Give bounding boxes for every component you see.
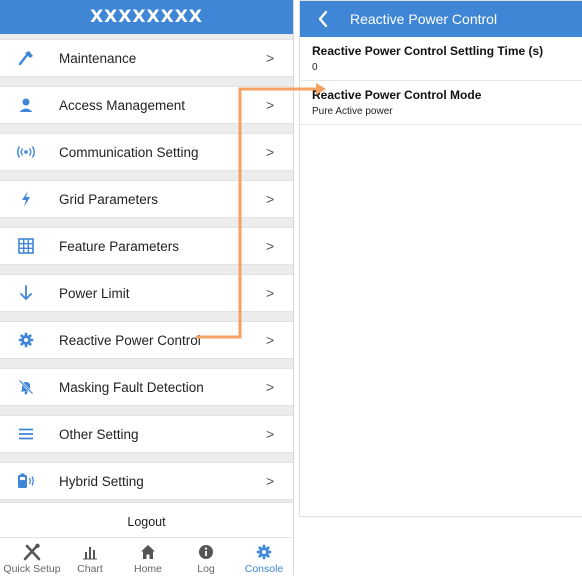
menu-item-other-setting[interactable]: Other Setting > [0,415,293,453]
hammer-icon [14,46,38,70]
setting-value: 0 [312,62,318,73]
bar-chart-icon [82,542,98,562]
panel-header: Reactive Power Control [300,1,582,37]
tab-chart[interactable]: Chart [62,538,118,576]
user-icon [14,93,38,117]
menu-item-masking-fault-detection[interactable]: Masking Fault Detection > [0,368,293,406]
chevron-right-icon: > [266,191,275,207]
bell-off-icon [14,375,38,399]
battery-icon [14,469,38,493]
setting-value: Pure Active power [312,106,393,117]
menu-item-power-limit[interactable]: Power Limit > [0,274,293,312]
menu-item-hybrid-setting[interactable]: Hybrid Setting > [0,462,293,500]
reactive-power-control-panel: Reactive Power Control Reactive Power Co… [299,0,582,517]
chevron-right-icon: > [266,238,275,254]
info-icon [198,542,214,562]
tab-label: Log [197,563,215,575]
chevron-right-icon: > [266,426,275,442]
tab-label: Chart [77,563,103,575]
menu-label: Maintenance [59,50,137,66]
tab-label: Quick Setup [3,563,61,575]
setting-control-mode[interactable]: Reactive Power Control Mode Pure Active … [300,81,582,125]
gear-icon [256,542,272,562]
menu-item-grid-parameters[interactable]: Grid Parameters > [0,180,293,218]
signal-icon [14,140,38,164]
tab-label: Console [244,563,284,575]
menu-item-reactive-power-control[interactable]: Reactive Power Control > [0,321,293,359]
app-title: XXXXXXXX [0,0,293,34]
home-icon [140,542,156,562]
chevron-right-icon: > [266,379,275,395]
menu-item-communication-setting[interactable]: Communication Setting > [0,133,293,171]
tools-icon [22,542,42,562]
page-title: Reactive Power Control [350,11,498,27]
console-menu-panel: XXXXXXXX Maintenance > Access Management… [0,0,294,576]
arrow-down-icon [14,281,38,305]
menu-lines-icon [14,422,38,446]
bottom-tab-bar: Quick Setup Chart Home Log Console [0,537,293,576]
menu-label: Access Management [59,97,186,113]
chevron-right-icon: > [266,285,275,301]
menu-label: Masking Fault Detection [59,379,204,395]
tab-quick-setup[interactable]: Quick Setup [3,538,61,576]
menu-label: Grid Parameters [59,191,159,207]
chevron-right-icon: > [266,50,275,66]
setting-settling-time[interactable]: Reactive Power Control Settling Time (s)… [300,37,582,81]
chevron-right-icon: > [266,144,275,160]
tab-console[interactable]: Console [236,538,292,576]
menu-label: Other Setting [59,426,139,442]
grid-icon [14,234,38,258]
menu-label: Reactive Power Control [59,332,201,348]
tab-label: Home [133,563,162,575]
setting-title: Reactive Power Control Settling Time (s) [312,44,544,58]
menu-label: Power Limit [59,285,130,301]
gear-icon [14,328,38,352]
chevron-right-icon: > [266,332,275,348]
logout-button[interactable]: Logout [0,502,293,541]
tab-log[interactable]: Log [178,538,234,576]
chevron-right-icon: > [266,473,275,489]
menu-label: Feature Parameters [59,238,180,254]
menu-item-feature-parameters[interactable]: Feature Parameters > [0,227,293,265]
setting-title: Reactive Power Control Mode [312,88,482,102]
tab-home[interactable]: Home [120,538,176,576]
back-arrow-icon[interactable] [314,9,334,29]
chevron-right-icon: > [266,97,275,113]
menu-label: Communication Setting [59,144,199,160]
menu-item-maintenance[interactable]: Maintenance > [0,39,293,77]
lightning-icon [14,187,38,211]
menu-label: Hybrid Setting [59,473,144,489]
menu-item-access-management[interactable]: Access Management > [0,86,293,124]
